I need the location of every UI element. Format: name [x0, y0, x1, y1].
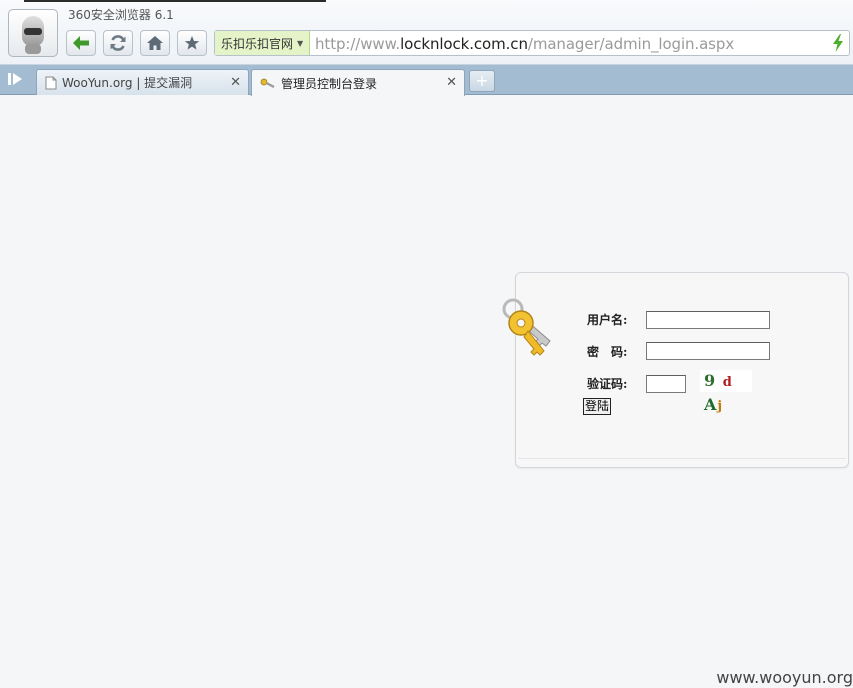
- tab-strip: WooYun.org | 提交漏洞 ✕ 管理员控制台登录 ✕ +: [0, 65, 853, 96]
- new-tab-button[interactable]: +: [469, 70, 495, 92]
- url-path: /manager/admin_login.aspx: [527, 35, 735, 53]
- watermark: www.wooyun.org: [716, 668, 853, 687]
- favorite-star-icon: [184, 36, 200, 50]
- captcha-image[interactable]: 9 d Aj: [700, 370, 752, 414]
- site-name-dropdown[interactable]: 乐扣乐扣官网 ▼: [215, 31, 311, 55]
- password-input[interactable]: [646, 342, 770, 360]
- key-page-icon: [260, 78, 275, 88]
- favorite-button[interactable]: [177, 30, 207, 56]
- password-label: 密 码:: [587, 345, 628, 359]
- url-host: locknlock.com.cn: [400, 35, 528, 53]
- back-button[interactable]: [66, 30, 96, 56]
- tab-label: WooYun.org | 提交漏洞: [62, 76, 193, 90]
- refresh-button[interactable]: [103, 30, 133, 56]
- title-bar-strip: [24, 0, 326, 2]
- refresh-icon: [110, 35, 126, 51]
- close-icon[interactable]: ✕: [446, 75, 457, 90]
- username-input[interactable]: [646, 311, 770, 329]
- plus-icon: +: [475, 71, 489, 90]
- captcha-label: 验证码:: [587, 377, 628, 391]
- browser-logo[interactable]: [8, 9, 58, 57]
- captcha-char: A: [704, 395, 718, 414]
- url-prefix: http://www.: [315, 35, 401, 53]
- logo-robot-body: [25, 44, 41, 54]
- captcha-char: j: [717, 399, 724, 414]
- browser-toolbar: 360安全浏览器 6.1 乐扣乐扣官网 ▼ http://www.locknlo…: [0, 0, 853, 65]
- login-button[interactable]: 登陆: [583, 398, 611, 415]
- close-icon[interactable]: ✕: [230, 75, 241, 90]
- logo-robot-visor: [24, 28, 42, 35]
- captcha-input[interactable]: [646, 375, 686, 393]
- sidebar-toggle-icon[interactable]: [7, 72, 25, 86]
- home-icon: [147, 36, 163, 50]
- url-text[interactable]: http://www.locknlock.com.cn/manager/admi…: [315, 35, 734, 53]
- back-icon: [73, 36, 89, 50]
- key-icon: [502, 298, 551, 356]
- captcha-char: 9: [704, 371, 717, 390]
- panel-divider: [518, 458, 846, 459]
- tab-wooyun[interactable]: WooYun.org | 提交漏洞 ✕: [36, 69, 249, 95]
- home-button[interactable]: [140, 30, 170, 56]
- username-label: 用户名:: [587, 313, 628, 327]
- tab-label: 管理员控制台登录: [281, 76, 378, 91]
- tab-admin-login[interactable]: 管理员控制台登录 ✕: [251, 69, 465, 96]
- chevron-down-icon: ▼: [297, 38, 304, 48]
- app-title: 360安全浏览器 6.1: [68, 8, 174, 22]
- site-name-label: 乐扣乐扣官网: [221, 36, 294, 51]
- address-bar[interactable]: 乐扣乐扣官网 ▼ http://www.locknlock.com.cn/man…: [214, 30, 850, 56]
- login-panel: [515, 272, 849, 468]
- captcha-char: d: [722, 375, 733, 390]
- lightning-speed-icon[interactable]: [831, 34, 845, 52]
- document-icon: [45, 76, 57, 89]
